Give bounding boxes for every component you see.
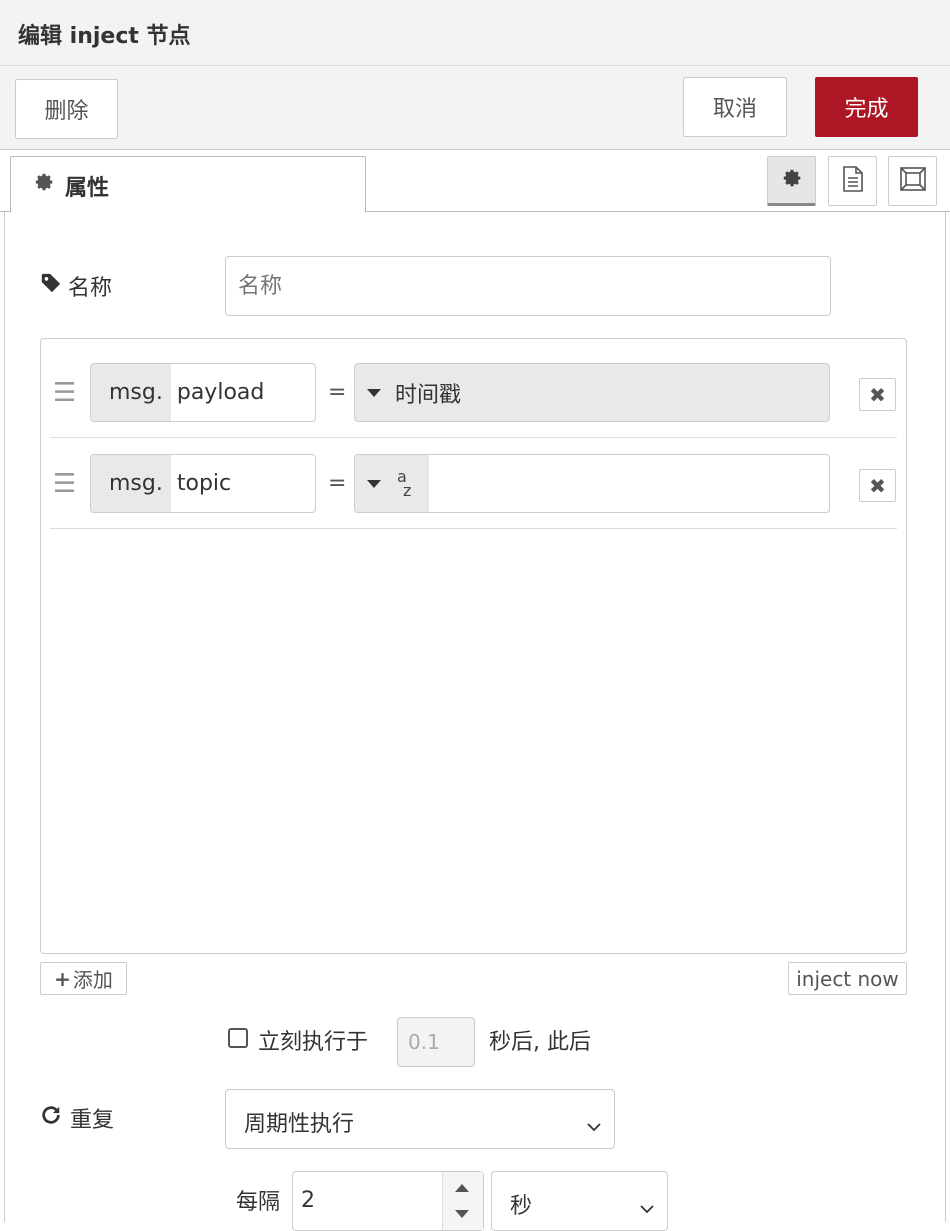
spinner[interactable] (442, 1172, 483, 1230)
close-icon: ✖ (869, 382, 886, 407)
refresh-icon (40, 1104, 62, 1132)
drag-handle-icon[interactable]: ☰ (53, 471, 76, 497)
once-checkbox[interactable] (228, 1028, 248, 1048)
name-label: 名称 (40, 270, 112, 302)
repeat-selected: 周期性执行 (244, 1112, 355, 1137)
close-icon: ✖ (869, 473, 886, 498)
once-suffix: 秒后, 此后 (489, 1030, 591, 1055)
once-delay-input[interactable]: 0.1 (397, 1017, 475, 1067)
row-divider (50, 528, 897, 529)
tray-title: 编辑 inject 节点 (18, 24, 191, 49)
remove-button[interactable]: ✖ (859, 378, 896, 411)
value-type-select[interactable]: az (354, 454, 830, 513)
window-maximize-icon (899, 166, 927, 196)
done-button[interactable]: 完成 (815, 77, 918, 137)
cancel-button[interactable]: 取消 (683, 77, 787, 137)
equals-sign: = (328, 380, 347, 405)
property-field[interactable]: msg. payload (90, 363, 316, 422)
file-text-icon (842, 166, 864, 196)
tag-icon (40, 272, 62, 300)
value-type-label: 时间戳 (395, 382, 462, 408)
equals-sign: = (328, 471, 347, 496)
properties-list (40, 338, 907, 954)
value-type-select[interactable]: 时间戳 (354, 363, 830, 422)
interval-label: 每隔 (236, 1190, 281, 1215)
property-name: topic (176, 471, 232, 496)
plus-icon: + (54, 966, 71, 991)
interval-value: 2 (301, 1188, 315, 1213)
chevron-down-icon (586, 1113, 602, 1138)
remove-button[interactable]: ✖ (859, 469, 896, 502)
spinner-down-icon[interactable] (455, 1210, 469, 1218)
name-label-text: 名称 (68, 276, 113, 301)
cog-icon (33, 171, 55, 197)
tab-properties-label: 属性 (65, 176, 110, 201)
drag-handle-icon[interactable]: ☰ (53, 380, 76, 406)
appearance-tab-button[interactable] (888, 156, 937, 206)
row-divider (50, 437, 897, 438)
caret-down-icon (367, 479, 381, 488)
once-label: 立刻执行于 (258, 1030, 369, 1055)
interval-unit: 秒 (510, 1194, 533, 1219)
cog-icon (781, 167, 803, 193)
interval-input[interactable]: 2 (292, 1171, 484, 1231)
repeat-label-text: 重复 (70, 1108, 115, 1133)
interval-units-select[interactable]: 秒 (491, 1171, 668, 1231)
add-label: 添加 (72, 968, 113, 992)
caret-down-icon (367, 388, 381, 397)
name-input[interactable] (225, 256, 831, 316)
tray-toolbar (0, 66, 950, 150)
tab-properties[interactable]: 属性 (10, 156, 366, 213)
inject-now-button[interactable]: inject now (788, 962, 907, 995)
property-name: payload (176, 380, 265, 405)
delete-button[interactable]: 删除 (15, 79, 118, 139)
description-tab-button[interactable] (828, 156, 877, 206)
repeat-label: 重复 (40, 1102, 114, 1134)
spinner-up-icon[interactable] (455, 1184, 469, 1192)
string-az-icon: az (397, 466, 412, 500)
settings-tab-button[interactable] (767, 156, 816, 206)
chevron-down-icon (639, 1195, 655, 1220)
repeat-select[interactable]: 周期性执行 (225, 1089, 615, 1149)
property-prefix: msg. (91, 364, 171, 421)
property-prefix: msg. (91, 455, 171, 512)
property-field[interactable]: msg. topic (90, 454, 316, 513)
add-property-button[interactable]: + 添加 (40, 962, 127, 995)
value-input[interactable] (429, 455, 829, 512)
